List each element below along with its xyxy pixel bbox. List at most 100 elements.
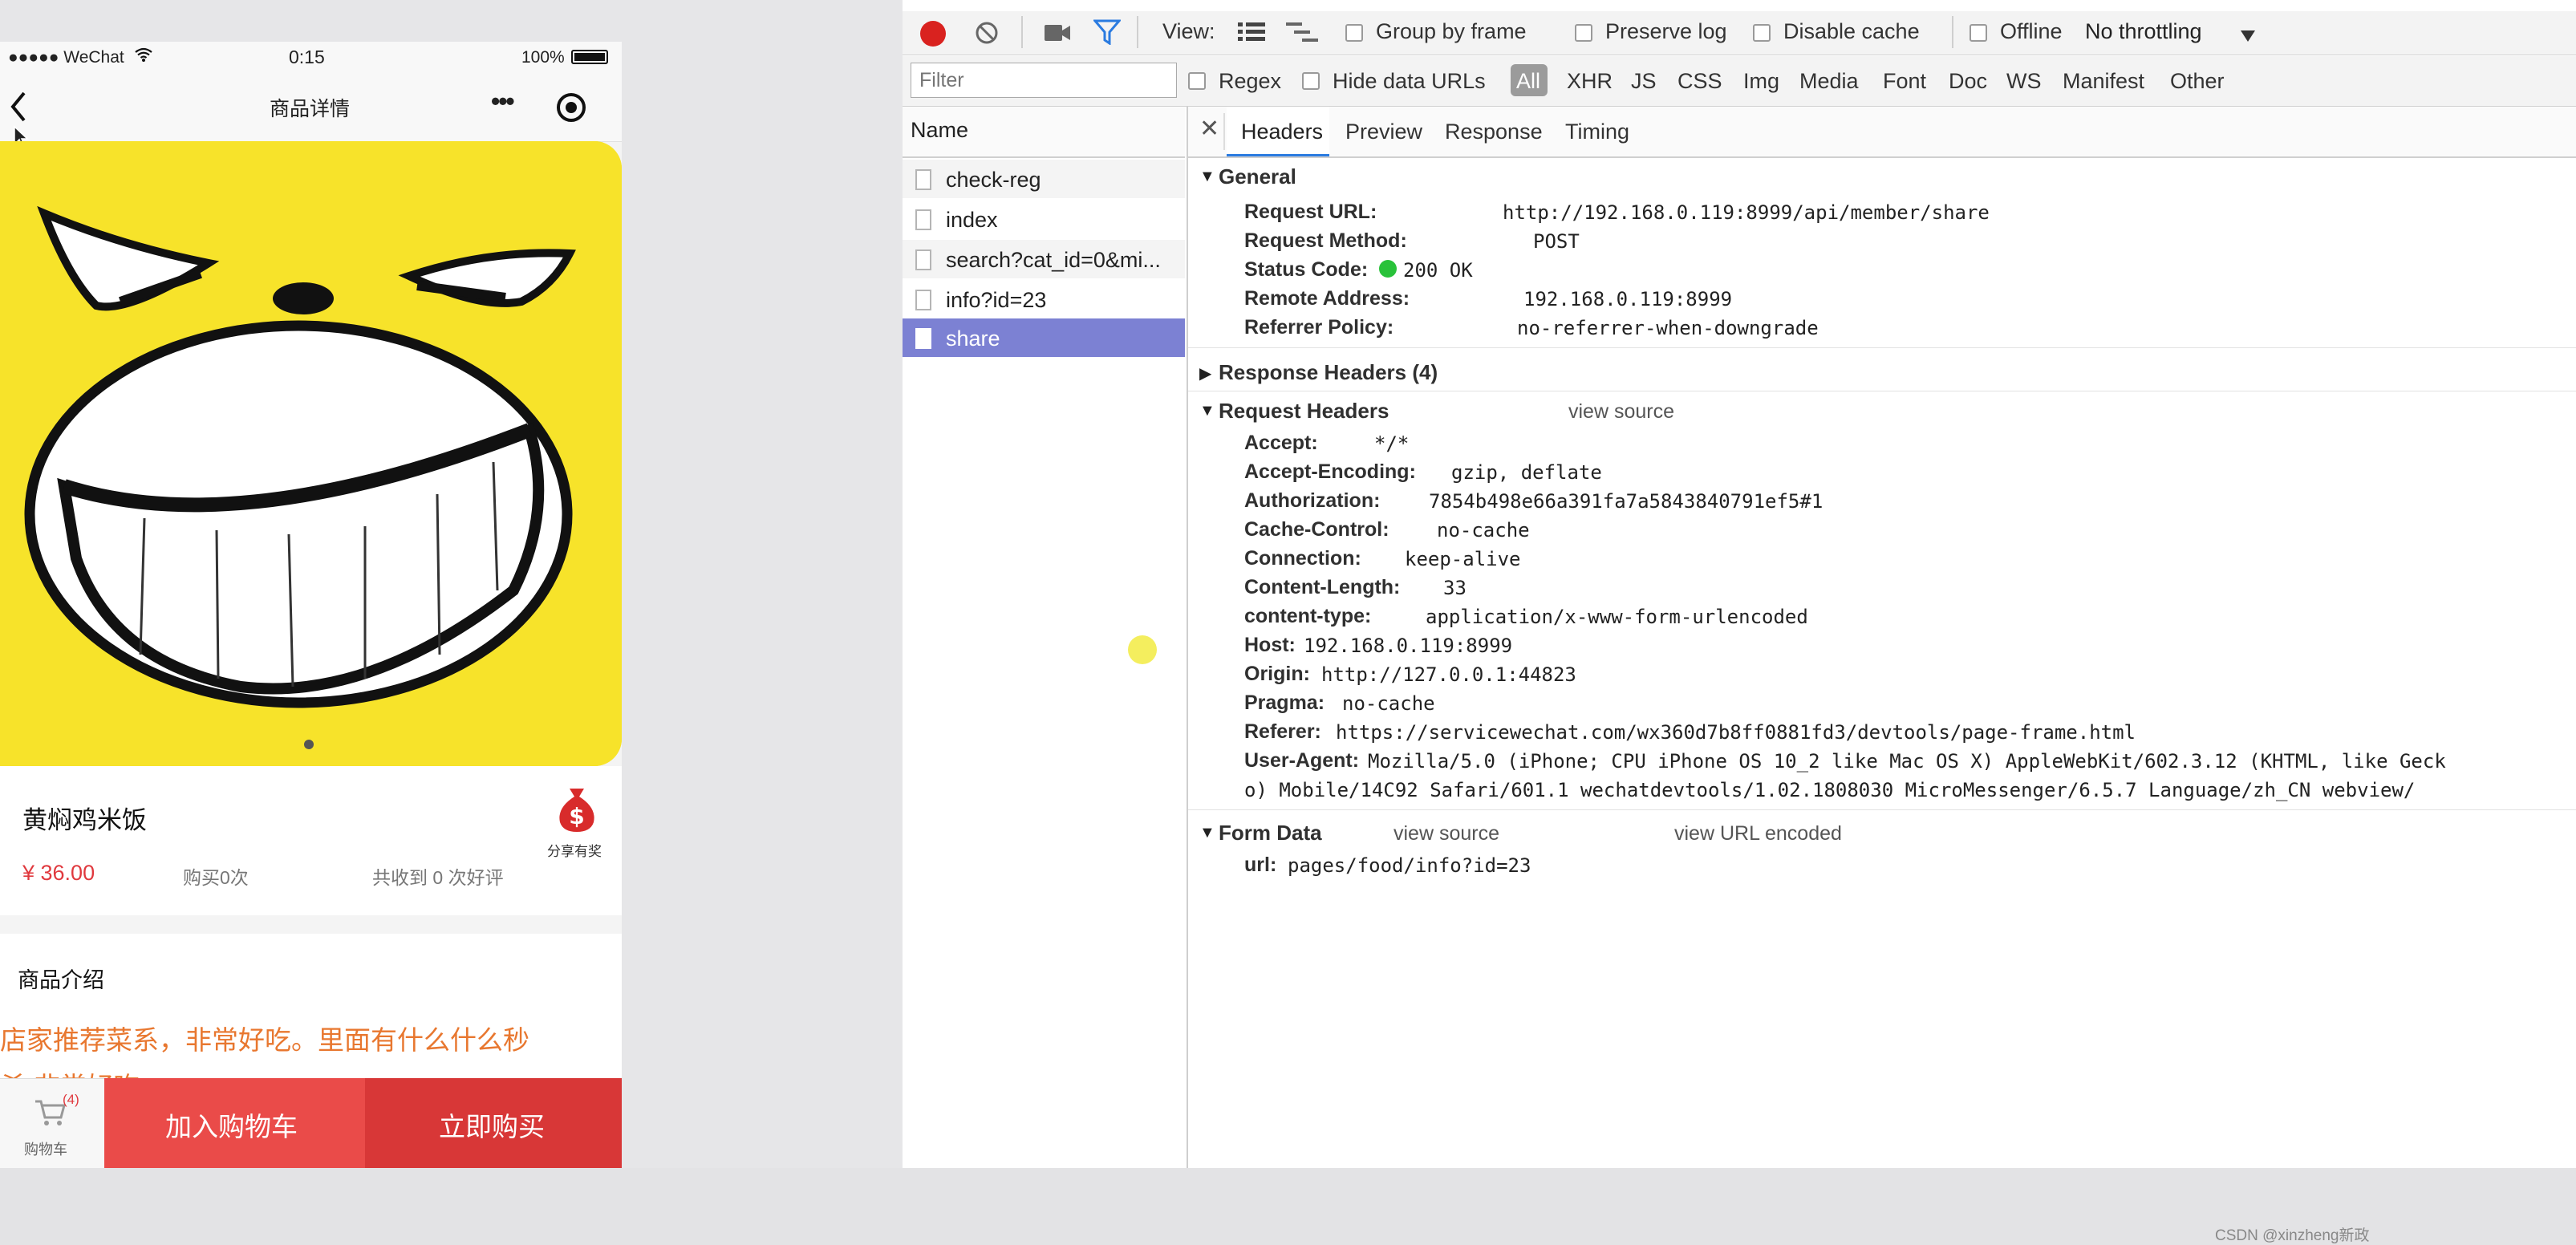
form-data-view-url-encoded-link[interactable]: view URL encoded [1674,822,1842,846]
request-name: check-reg [946,168,1041,192]
product-name: 黄焖鸡米饭 [22,806,147,834]
money-bag-icon[interactable]: $ [552,784,602,833]
product-image-banner[interactable] [0,141,622,766]
form-field-value: pages/food/info?id=23 [1288,854,1531,877]
battery-percent: 100% [521,48,565,67]
throttling-dropdown-icon[interactable] [2239,24,2257,42]
carrier-text: ●●●●● WeChat [8,48,124,67]
video-camera-icon[interactable] [1044,22,1071,43]
response-headers-section-title[interactable]: Response Headers (4) [1219,360,1438,385]
battery-icon [571,50,608,64]
back-chevron-icon[interactable] [5,87,34,127]
referrer-policy-label: Referrer Policy: [1244,316,1394,339]
request-name: index [946,208,998,232]
bottom-action-bar: (4) 购物车 加入购物车 立即购买 [0,1078,622,1168]
disable-cache-label: Disable cache [1783,19,1920,43]
preserve-log-label: Preserve log [1605,19,1727,43]
hide-data-urls-label: Hide data URLs [1333,69,1486,93]
header-key: Pragma: [1244,691,1325,714]
clear-icon[interactable] [975,21,999,45]
preserve-log-checkbox[interactable] [1575,24,1592,42]
request-row[interactable]: index [903,200,1185,238]
filter-input[interactable] [911,63,1177,98]
type-filter-css[interactable]: CSS [1677,69,1722,94]
wifi-icon [135,47,152,67]
collapse-triangle-icon[interactable]: ▼ [1199,824,1215,842]
header-key: Authorization: [1244,489,1381,512]
disable-cache-checkbox[interactable] [1753,24,1771,42]
type-filter-manifest[interactable]: Manifest [2063,69,2144,94]
collapse-triangle-icon[interactable]: ▼ [1199,402,1215,420]
devtools-network-panel: View: Group by frame Preserve log Disabl… [903,0,2576,1244]
remote-address-label: Remote Address: [1244,287,1410,310]
type-filter-media[interactable]: Media [1799,69,1859,94]
form-data-view-source-link[interactable]: view source [1393,822,1499,846]
header-key: Host: [1244,634,1296,656]
regex-checkbox[interactable] [1188,72,1206,90]
more-icon[interactable]: ••• [491,87,515,116]
general-section-title[interactable]: General [1219,164,1296,189]
request-headers-view-source-link[interactable]: view source [1568,400,1674,424]
request-row-selected[interactable]: share [903,318,1185,357]
request-method-label: Request Method: [1244,229,1407,252]
toolbar-divider [1021,16,1023,48]
type-filter-doc[interactable]: Doc [1949,69,1987,94]
nav-title: 商品详情 [270,98,351,120]
type-filter-all[interactable]: All [1511,64,1548,96]
form-data-section-title[interactable]: Form Data [1219,821,1322,846]
regex-label: Regex [1219,69,1282,93]
tab-timing[interactable]: Timing [1565,120,1629,144]
header-key: Connection: [1244,547,1361,570]
header-key: Cache-Control: [1244,518,1389,541]
collapse-triangle-icon[interactable]: ▼ [1199,168,1215,186]
throttling-select[interactable]: No throttling [2085,19,2202,44]
referrer-policy-value: no-referrer-when-downgrade [1517,317,1819,339]
status-ok-dot-icon [1379,260,1397,278]
header-key: Accept: [1244,432,1318,454]
file-icon [915,169,931,190]
cart-button[interactable]: (4) 购物车 [0,1078,104,1168]
share-reward-label[interactable]: 分享有奖 [547,840,602,860]
shopping-cart-icon [34,1098,66,1127]
request-row[interactable]: search?cat_id=0&mi... [903,240,1185,278]
add-to-cart-button[interactable]: 加入购物车 [104,1078,365,1168]
type-filter-ws[interactable]: WS [2006,69,2042,94]
request-headers-section-title[interactable]: Request Headers [1219,399,1389,424]
request-name: search?cat_id=0&mi... [946,248,1161,272]
type-filter-img[interactable]: Img [1743,69,1779,94]
header-key: content-type: [1244,605,1372,627]
header-value: 33 [1443,577,1466,599]
header-key: Accept-Encoding: [1244,460,1416,483]
add-to-cart-label: 加入购物车 [165,1112,298,1142]
close-miniprogram-icon[interactable] [557,93,586,122]
large-rows-view-icon[interactable] [1238,21,1265,43]
type-filter-js[interactable]: JS [1631,69,1657,94]
close-details-icon[interactable]: ✕ [1199,115,1219,143]
offline-checkbox[interactable] [1970,24,1987,42]
tab-preview[interactable]: Preview [1345,120,1422,144]
type-filter-other[interactable]: Other [2170,69,2225,94]
tab-response[interactable]: Response [1445,120,1543,144]
buy-now-label: 立即购买 [439,1112,545,1142]
request-row[interactable]: check-reg [903,160,1185,198]
hide-data-urls-checkbox[interactable] [1302,72,1320,90]
waterfall-view-icon[interactable] [1286,21,1318,43]
group-by-frame-checkbox[interactable] [1345,24,1363,42]
type-filter-xhr[interactable]: XHR [1567,69,1613,94]
type-filter-font[interactable]: Font [1883,69,1926,94]
header-value: gzip, deflate [1451,461,1602,484]
form-field-key: url: [1244,854,1277,876]
record-icon[interactable] [920,21,946,47]
expand-triangle-icon[interactable]: ▶ [1199,363,1211,383]
filter-icon[interactable] [1092,19,1122,46]
view-label: View: [1162,19,1215,43]
request-row[interactable]: info?id=23 [903,280,1185,318]
tab-headers[interactable]: Headers [1227,107,1329,156]
phone-simulator: ●●●●● WeChat 0:15 100% 商品详情 ••• 黄焖鸡米饭 $ … [0,42,622,1168]
offline-label: Offline [2000,19,2063,43]
name-column-header[interactable]: Name [903,107,1185,158]
request-method-value: POST [1533,230,1580,253]
header-value: 7854b498e66a391fa7a5843840791ef5#1 [1429,490,1823,513]
buy-now-button[interactable]: 立即购买 [365,1078,622,1168]
header-value: keep-alive [1405,548,1521,570]
